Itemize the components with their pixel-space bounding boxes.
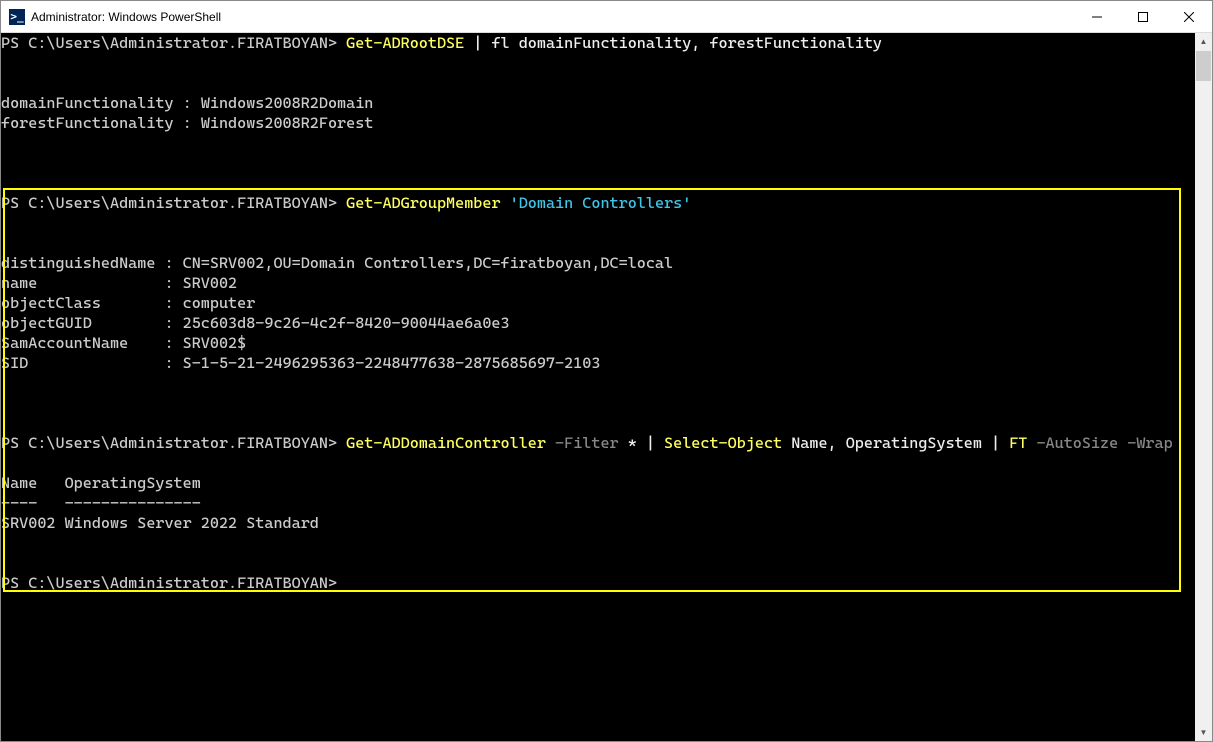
- cmd-param: -AutoSize -Wrap: [1027, 434, 1172, 452]
- cmd-args: Name, OperatingSystem: [791, 434, 991, 452]
- window-controls: [1074, 1, 1212, 32]
- window-titlebar: >_ Administrator: Windows PowerShell: [1, 1, 1212, 33]
- close-button[interactable]: [1166, 1, 1212, 32]
- output-line: forestFunctionality :: [1, 114, 201, 132]
- cmdlet-text: Get-ADGroupMember: [346, 194, 500, 212]
- cmd-text: fl: [491, 34, 518, 52]
- table-row: SRV002 Windows Server 2022 Standard: [1, 514, 319, 532]
- table-header: Name OperatingSystem: [1, 474, 201, 492]
- pipe-text: |: [991, 434, 1009, 452]
- pipe-text: |: [646, 434, 664, 452]
- maximize-button[interactable]: [1120, 1, 1166, 32]
- scroll-down-button[interactable]: ▼: [1195, 724, 1212, 741]
- console-output[interactable]: PS C:\Users\Administrator.FIRATBOYAN> Ge…: [1, 33, 1195, 741]
- table-divider: ---- ---------------: [1, 494, 201, 512]
- output-value: SRV002$: [183, 334, 247, 352]
- output-line: SID :: [1, 354, 183, 372]
- window-title: Administrator: Windows PowerShell: [31, 10, 1074, 24]
- scroll-up-button[interactable]: ▲: [1195, 33, 1212, 50]
- output-line: domainFunctionality :: [1, 94, 201, 112]
- prompt-text: PS C:\Users\Administrator.FIRATBOYAN>: [1, 34, 337, 52]
- output-line: SamAccountName :: [1, 334, 183, 352]
- output-value: S-1-5-21-2496295363-2248477638-287568569…: [183, 354, 601, 372]
- cmd-param: -Filter: [546, 434, 628, 452]
- cmd-arg: *: [628, 434, 646, 452]
- cmdlet-text: Get-ADRootDSE: [346, 34, 464, 52]
- prompt-text: PS C:\Users\Administrator.FIRATBOYAN>: [1, 194, 337, 212]
- console-area[interactable]: PS C:\Users\Administrator.FIRATBOYAN> Ge…: [1, 33, 1212, 741]
- output-line: distinguishedName :: [1, 254, 183, 272]
- scroll-thumb[interactable]: [1196, 51, 1211, 81]
- cmd-args: domainFunctionality, forestFunctionality: [519, 34, 882, 52]
- cmdlet-text: Select-Object: [664, 434, 791, 452]
- output-value: Windows2008R2Forest: [201, 114, 374, 132]
- cmdlet-text: Get-ADDomainController: [346, 434, 546, 452]
- cmdlet-text: FT: [1009, 434, 1027, 452]
- pipe-text: |: [464, 34, 491, 52]
- output-value: SRV002: [183, 274, 238, 292]
- output-line: name :: [1, 274, 183, 292]
- output-value: computer: [183, 294, 256, 312]
- prompt-text: PS C:\Users\Administrator.FIRATBOYAN>: [1, 574, 337, 592]
- minimize-button[interactable]: [1074, 1, 1120, 32]
- prompt-text: PS C:\Users\Administrator.FIRATBOYAN>: [1, 434, 337, 452]
- powershell-icon: >_: [9, 9, 25, 25]
- cmd-arg-string: 'Domain Controllers': [501, 194, 692, 212]
- output-value: CN=SRV002,OU=Domain Controllers,DC=firat…: [183, 254, 673, 272]
- output-value: 25c603d8-9c26-4c2f-8420-90044ae6a0e3: [183, 314, 510, 332]
- output-line: objectClass :: [1, 294, 183, 312]
- vertical-scrollbar[interactable]: ▲ ▼: [1195, 33, 1212, 741]
- output-line: objectGUID :: [1, 314, 183, 332]
- output-value: Windows2008R2Domain: [201, 94, 374, 112]
